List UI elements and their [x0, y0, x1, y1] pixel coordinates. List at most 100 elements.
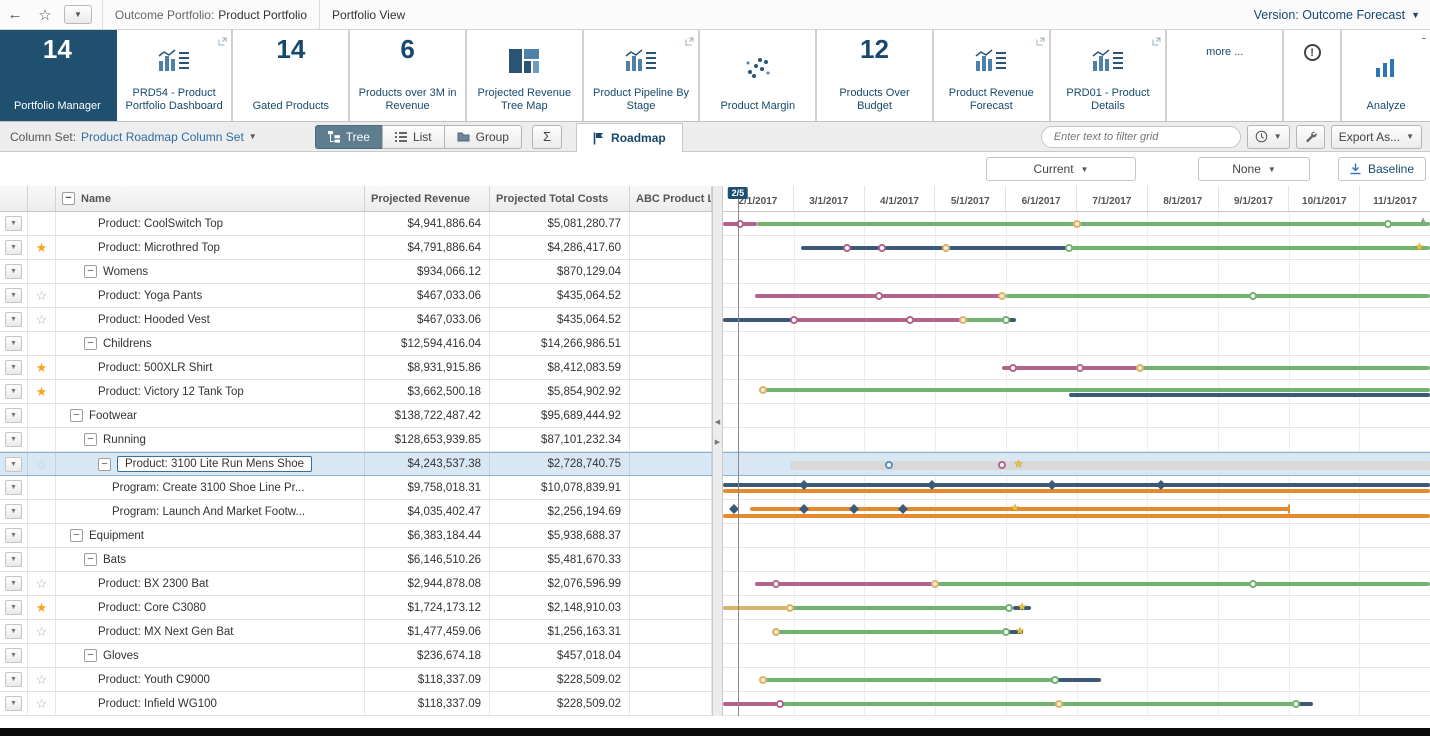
row-menu-button[interactable]: ▼	[5, 552, 22, 567]
row-menu-button[interactable]: ▼	[5, 624, 22, 639]
version-selector[interactable]: Version: Outcome Forecast ▼	[1254, 8, 1430, 22]
milestone-star-icon[interactable]: ★	[1414, 242, 1424, 253]
gantt-bar[interactable]	[756, 222, 1430, 226]
tab-roadmap[interactable]: Roadmap	[576, 123, 683, 152]
gantt-bar[interactable]	[800, 246, 1070, 250]
milestone-circle-icon[interactable]	[1001, 628, 1010, 636]
milestone-star-icon[interactable]: ★	[1017, 602, 1027, 613]
favorite-star-icon[interactable]: ★	[36, 241, 48, 254]
milestone-circle-icon[interactable]	[786, 604, 795, 612]
header-name[interactable]: − Name	[56, 186, 365, 211]
tile-pipeline-by-stage[interactable]: Product Pipeline By Stage	[583, 30, 701, 121]
milestone-circle-icon[interactable]	[789, 316, 798, 324]
compare-dropdown[interactable]: None ▼	[1198, 157, 1310, 181]
milestone-circle-icon[interactable]	[1383, 220, 1392, 228]
milestone-circle-icon[interactable]	[1008, 364, 1017, 372]
tile-prd54-dashboard[interactable]: PRD54 - Product Portfolio Dashboard	[116, 30, 234, 121]
popout-icon[interactable]	[1152, 33, 1161, 51]
row-menu-button[interactable]: ▼	[5, 480, 22, 495]
gantt-bar[interactable]	[723, 483, 1430, 487]
gantt-row[interactable]	[723, 644, 1430, 668]
milestone-diamond-icon[interactable]	[848, 504, 859, 514]
milestone-circle-icon[interactable]	[1076, 364, 1085, 372]
milestone-circle-icon[interactable]	[998, 461, 1007, 469]
gantt-bar[interactable]	[723, 702, 780, 706]
table-row[interactable]: ▼ ☆ − Product: 3100 Lite Run Mens Shoe $4,24…	[0, 452, 712, 476]
gantt-row[interactable]	[723, 572, 1430, 596]
list-view-button[interactable]: List	[381, 124, 444, 149]
tile-more[interactable]: more ...	[1167, 30, 1285, 121]
collapse-icon[interactable]: −	[70, 529, 83, 542]
gantt-bar[interactable]	[1055, 678, 1102, 682]
tree-view-button[interactable]: Tree	[314, 124, 382, 149]
favorite-star-icon[interactable]: ★	[36, 385, 48, 398]
milestone-circle-icon[interactable]	[1249, 580, 1258, 588]
milestone-diamond-icon[interactable]	[799, 504, 810, 514]
milestone-star-icon[interactable]: ★	[1015, 626, 1025, 637]
row-menu-button[interactable]: ▼	[5, 336, 22, 351]
gantt-bar[interactable]	[1069, 393, 1430, 397]
tile-product-margin[interactable]: Product Margin	[700, 30, 818, 121]
milestone-circle-icon[interactable]	[772, 580, 781, 588]
gantt-row[interactable]	[723, 476, 1430, 500]
table-row[interactable]: ▼ − Womens $934,066.12 $870,129.04	[0, 260, 712, 284]
row-menu-button[interactable]: ▼	[5, 432, 22, 447]
milestone-circle-icon[interactable]	[1291, 700, 1300, 708]
gantt-row[interactable]: ★	[723, 596, 1430, 620]
gantt-bar[interactable]	[723, 489, 1430, 493]
scroll-up-icon[interactable]: ▲	[1419, 215, 1427, 224]
collapse-all-icon[interactable]: −	[62, 192, 75, 205]
gantt-bar[interactable]	[1140, 366, 1430, 370]
gantt-row[interactable]: ★	[723, 236, 1430, 260]
table-row[interactable]: ▼ − Gloves $236,674.18 $457,018.04	[0, 644, 712, 668]
row-menu-button[interactable]: ▼	[5, 264, 22, 279]
favorite-star-icon[interactable]: ☆	[36, 625, 48, 638]
milestone-circle-icon[interactable]	[874, 292, 883, 300]
table-row[interactable]: ▼ − Footwear $138,722,487.42 $95,689,444.92	[0, 404, 712, 428]
group-view-button[interactable]: Group	[443, 124, 522, 149]
milestone-circle-icon[interactable]	[775, 700, 784, 708]
splitter-left-icon[interactable]: ◀	[713, 414, 722, 430]
collapse-icon[interactable]: −	[84, 265, 97, 278]
gantt-row[interactable]	[723, 548, 1430, 572]
table-row[interactable]: ▼ ☆ Product: Youth C9000 $118,337.09 $228,50…	[0, 668, 712, 692]
popout-icon[interactable]	[1036, 33, 1045, 51]
collapse-icon[interactable]: −	[70, 409, 83, 422]
milestone-circle-icon[interactable]	[842, 244, 851, 252]
tile-alert[interactable]: !	[1284, 30, 1343, 121]
gantt-row[interactable]	[723, 692, 1430, 716]
collapse-icon[interactable]: −	[84, 433, 97, 446]
milestone-circle-icon[interactable]	[1051, 676, 1060, 684]
table-row[interactable]: ▼ − Running $128,653,939.85 $87,101,232.34	[0, 428, 712, 452]
favorite-star-icon[interactable]: ★	[36, 601, 48, 614]
gantt-bar[interactable]	[723, 514, 1430, 518]
collapse-tiles-icon[interactable]: -	[1422, 30, 1426, 45]
collapse-icon[interactable]: −	[84, 649, 97, 662]
tile-revenue-forecast[interactable]: Product Revenue Forecast	[933, 30, 1051, 121]
tile-products-over-3m[interactable]: 6 Products over 3M in Revenue	[350, 30, 467, 121]
row-menu-button[interactable]: ▼	[5, 288, 22, 303]
row-menu-button[interactable]: ▼	[5, 696, 22, 711]
favorite-star-icon[interactable]: ☆	[36, 577, 48, 590]
table-row[interactable]: ▼ − Equipment $6,383,184.44 $5,938,688.37	[0, 524, 712, 548]
gantt-bar[interactable]	[1002, 366, 1141, 370]
gantt-row[interactable]	[723, 284, 1430, 308]
current-schedule-dropdown[interactable]: Current ▼	[986, 157, 1136, 181]
table-row[interactable]: ▼ ☆ Product: Infield WG100 $118,337.09 $228,…	[0, 692, 712, 716]
row-menu-button[interactable]: ▼	[5, 408, 22, 423]
nav-dropdown-button[interactable]: ▼	[64, 5, 92, 24]
gantt-row[interactable]	[723, 404, 1430, 428]
header-abc-product[interactable]: ABC Product L	[630, 186, 712, 211]
row-menu-button[interactable]: ▼	[5, 456, 22, 472]
gantt-bar[interactable]	[723, 318, 794, 322]
gantt-bar[interactable]	[763, 388, 1430, 392]
column-set-dropdown[interactable]: Column Set: Product Roadmap Column Set ▼	[10, 130, 257, 144]
favorite-star-icon[interactable]: ☆	[30, 6, 60, 24]
collapse-icon[interactable]: −	[84, 337, 97, 350]
table-row[interactable]: ▼ Program: Launch And Market Footw... $4,0…	[0, 500, 712, 524]
splitter-right-icon[interactable]: ▶	[713, 434, 722, 450]
header-projected-total-costs[interactable]: Projected Total Costs	[490, 186, 630, 211]
milestone-circle-icon[interactable]	[759, 676, 768, 684]
gantt-bar[interactable]	[1005, 294, 1430, 298]
tile-gated-products[interactable]: 14 Gated Products	[233, 30, 351, 121]
